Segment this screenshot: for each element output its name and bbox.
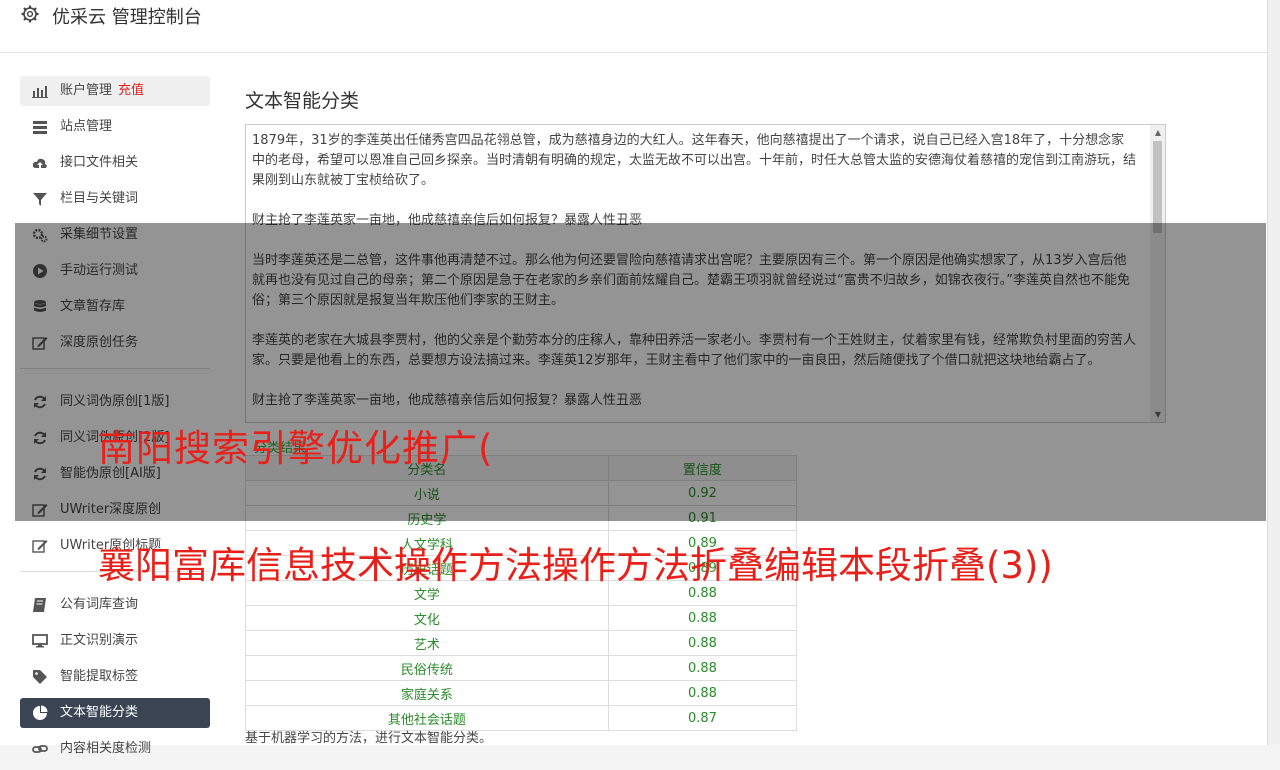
table-row: 民俗传统 0.88 <box>245 655 798 681</box>
table-row: 艺术 0.88 <box>245 630 798 656</box>
sidebar-item-public-lexicon[interactable]: 公有词库查询 <box>20 590 210 620</box>
scroll-up-arrow-icon[interactable]: ▲ <box>1155 128 1161 137</box>
sidebar-item-text-recognition[interactable]: 正文识别演示 <box>20 626 210 656</box>
article-paragraph: 1879年，31岁的李莲英出任储秀宫四品花翎总管，成为慈禧身边的大红人。这年春天… <box>252 133 1137 188</box>
table-row: 家庭关系 0.88 <box>245 680 798 706</box>
dark-overlay-band <box>15 223 1266 521</box>
edit-icon <box>32 540 48 553</box>
category-cell: 民俗传统 <box>245 655 609 681</box>
page-scrollbar[interactable] <box>1267 0 1280 745</box>
cloud-upload-icon <box>32 158 47 168</box>
top-bar: 优采云 管理控制台 <box>0 0 1267 53</box>
link-icon <box>32 745 48 753</box>
category-cell: 家庭关系 <box>245 680 609 706</box>
sidebar-item-sites[interactable]: 站点管理 <box>20 112 210 142</box>
sidebar-item-account[interactable]: 账户管理 充值 <box>20 76 210 106</box>
app-title: 优采云 管理控制台 <box>52 7 202 28</box>
pie-chart-icon <box>33 705 48 720</box>
sidebar-item-label: 内容相关度检测 <box>60 741 152 756</box>
bar-chart-icon <box>32 86 48 98</box>
sidebar-item-tag-extract[interactable]: 智能提取标签 <box>20 662 210 692</box>
overlay-headline-1: 南阳搜索引擎优化推广( <box>98 427 494 470</box>
table-row: 文化 0.88 <box>245 605 798 631</box>
overlay-headline-2: 襄阳富库信息技术操作方法操作方法折叠编辑本段折叠(3)) <box>98 544 1053 587</box>
sidebar-item-label: 公有词库查询 <box>60 597 139 612</box>
confidence-cell: 0.87 <box>607 705 798 731</box>
category-cell: 文化 <box>245 605 609 631</box>
sidebar-item-interface-files[interactable]: 接口文件相关 <box>20 148 210 178</box>
scrollbar-thumb[interactable] <box>1153 141 1162 233</box>
server-icon <box>33 121 47 134</box>
gear-icon <box>21 5 39 23</box>
sidebar-item-text-classify[interactable]: 文本智能分类 <box>20 698 210 728</box>
sidebar-item-relevance-check[interactable]: 内容相关度检测 <box>20 734 210 764</box>
filter-icon <box>33 193 47 206</box>
footer-note: 基于机器学习的方法，进行文本智能分类。 <box>245 731 493 746</box>
confidence-cell: 0.88 <box>607 680 798 706</box>
tag-icon <box>33 670 47 684</box>
sidebar-item-label: 栏目与关键词 <box>60 191 139 206</box>
recharge-link[interactable]: 充值 <box>118 83 144 98</box>
sidebar-item-label: 正文识别演示 <box>60 633 139 648</box>
sidebar-item-label: 接口文件相关 <box>60 155 139 170</box>
confidence-cell: 0.88 <box>607 630 798 656</box>
sidebar-item-columns-keywords[interactable]: 栏目与关键词 <box>20 184 210 214</box>
page-title: 文本智能分类 <box>245 90 360 112</box>
sidebar-item-label: 文本智能分类 <box>60 705 139 720</box>
category-cell: 艺术 <box>245 630 609 656</box>
monitor-icon <box>32 634 48 648</box>
sidebar-item-label: 账户管理 <box>60 83 113 98</box>
sidebar-item-label: 智能提取标签 <box>60 669 139 684</box>
confidence-cell: 0.88 <box>607 605 798 631</box>
confidence-cell: 0.88 <box>607 655 798 681</box>
sidebar-item-label: 站点管理 <box>60 119 113 134</box>
book-icon <box>33 598 46 612</box>
